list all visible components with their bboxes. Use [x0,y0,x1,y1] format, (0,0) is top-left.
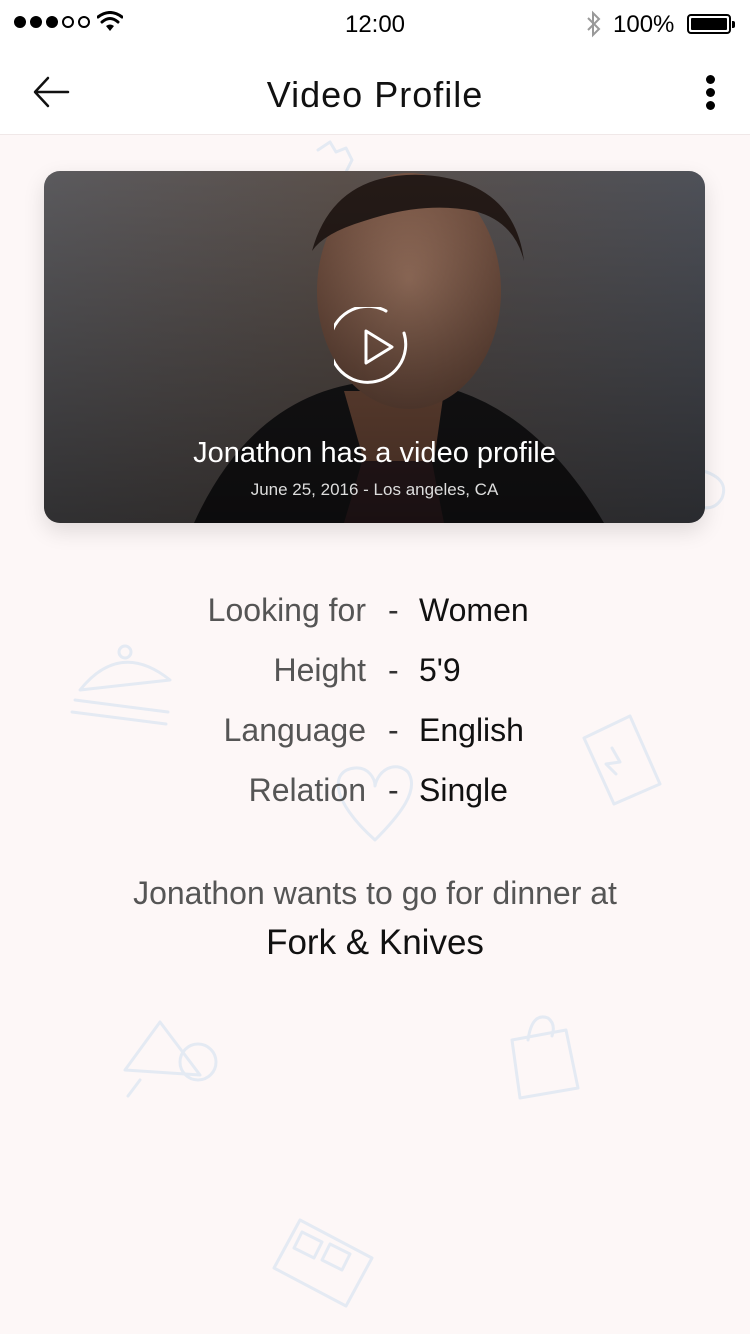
nav-bar: Video Profile [0,50,750,135]
page-title: Video Profile [266,74,484,115]
detail-value: Women [419,592,529,628]
status-bar: 12:00 100% [0,0,750,50]
video-meta: June 25, 2016 - Los angeles, CA [250,480,499,499]
detail-label: Looking for [207,592,366,628]
detail-separator: - [388,712,399,748]
detail-row-looking-for: Looking for - Women [0,588,750,638]
dinner-intro-text: Jonathon wants to go for dinner at [133,875,617,911]
detail-row-height: Height - 5'9 [0,648,750,698]
play-circle-icon [328,304,408,384]
play-button[interactable] [328,304,414,387]
more-vertical-icon [705,75,715,84]
dinner-place-name: Fork & Knives [266,923,484,962]
bluetooth-icon [587,10,601,38]
battery-icon [687,14,735,34]
detail-label: Relation [248,772,366,808]
detail-separator: - [388,592,399,628]
more-options-button[interactable] [694,72,726,114]
detail-value: English [419,712,524,748]
detail-label: Height [273,652,367,688]
detail-row-language: Language - English [0,708,750,758]
dress-doodle-icon [316,140,354,174]
detail-separator: - [388,652,399,688]
detail-label: Language [223,712,366,748]
detail-value: 5'9 [419,652,461,688]
video-profile-card[interactable]: Jonathon has a video profile June 25, 20… [44,171,705,523]
video-caption: Jonathon has a video profile [193,437,556,469]
megaphone-doodle-icon [123,1020,218,1098]
battery-percentage: 100% [613,11,675,38]
detail-separator: - [388,772,399,808]
detail-value: Single [419,772,508,808]
bed-doodle-icon [272,1218,374,1308]
shopping-bag-doodle-icon [510,1015,580,1100]
detail-row-relation: Relation - Single [0,768,750,818]
